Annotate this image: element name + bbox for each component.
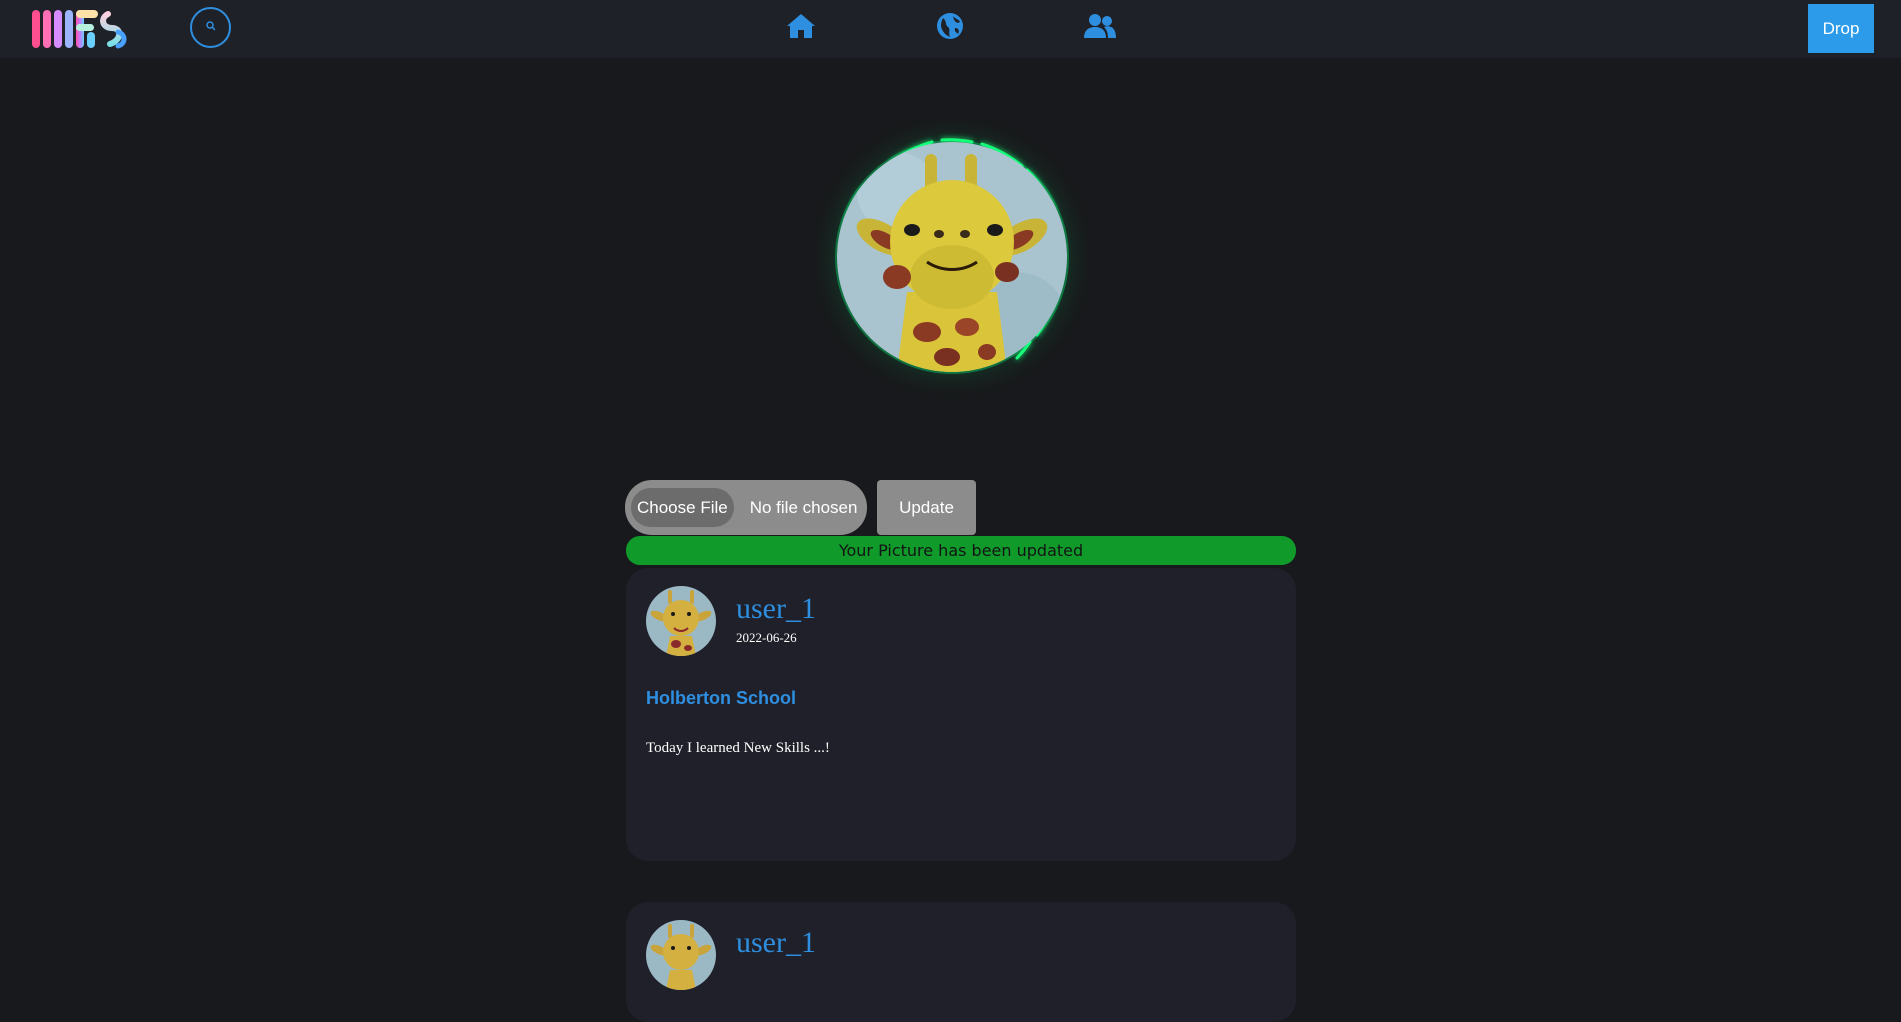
post-body: Today I learned New Skills ...!	[646, 740, 830, 756]
post-card: user_1 2022-06-26 Holberton School Today…	[626, 568, 1296, 861]
avatar[interactable]	[646, 586, 716, 656]
search-icon	[205, 19, 217, 37]
post-card: user_1	[626, 902, 1296, 1022]
file-picker[interactable]: Choose File No file chosen	[625, 480, 867, 535]
file-status: No file chosen	[749, 497, 858, 517]
users-icon	[1083, 13, 1117, 44]
nav-home-button[interactable]	[785, 12, 817, 44]
post-username[interactable]: user_1	[736, 926, 816, 960]
site-logo[interactable]	[30, 8, 130, 50]
search-button[interactable]	[190, 7, 231, 48]
giraffe-avatar	[646, 920, 716, 990]
post-date: 2022-06-26	[736, 630, 797, 645]
avatar[interactable]	[646, 920, 716, 990]
choose-file-button[interactable]: Choose File	[631, 488, 734, 527]
nav-friends-button[interactable]	[1084, 12, 1116, 44]
giraffe-avatar	[646, 586, 716, 656]
home-icon	[786, 12, 816, 45]
globe-icon	[936, 12, 964, 45]
nav-explore-button[interactable]	[934, 12, 966, 44]
success-message: Your Picture has been updated	[626, 536, 1296, 565]
post-title[interactable]: Holberton School	[646, 688, 796, 709]
top-navbar: Drop	[0, 0, 1901, 58]
profile-picture-section	[822, 130, 1080, 388]
drop-button[interactable]: Drop	[1808, 4, 1874, 53]
update-button[interactable]: Update	[877, 480, 976, 535]
profile-picture	[837, 142, 1067, 372]
post-username[interactable]: user_1	[736, 592, 816, 626]
giraffe-avatar	[837, 142, 1067, 372]
